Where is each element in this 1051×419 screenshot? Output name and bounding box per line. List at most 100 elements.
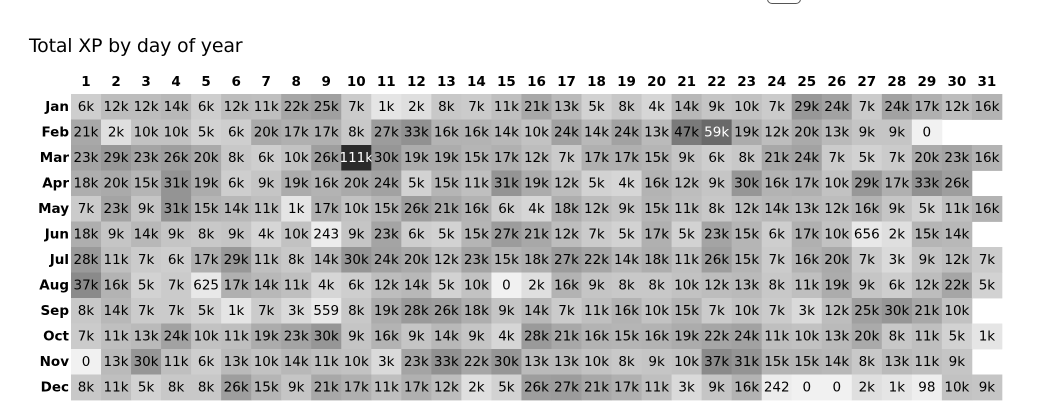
cell-value-jul-16: 18k — [524, 252, 549, 268]
cell-value-may-6: 14k — [224, 201, 249, 217]
cell-value-oct-24: 11k — [764, 328, 789, 344]
cell-value-apr-16: 19k — [524, 175, 549, 191]
cell-value-jul-11: 24k — [374, 252, 399, 268]
cell-value-feb-18: 14k — [584, 124, 609, 140]
cell-value-aug-13: 5k — [438, 277, 455, 293]
cell-value-mar-17: 7k — [558, 150, 575, 166]
cell-value-feb-7: 20k — [254, 124, 279, 140]
cell-value-oct-26: 13k — [824, 328, 849, 344]
cell-value-jun-29: 15k — [914, 226, 939, 242]
cell-value-jun-4: 9k — [168, 226, 185, 242]
cell-value-may-15: 6k — [498, 201, 515, 217]
cell-value-aug-12: 14k — [404, 277, 429, 293]
cell-value-mar-20: 15k — [644, 150, 669, 166]
cell-value-feb-5: 5k — [198, 124, 215, 140]
cell-value-dec-24: 242 — [764, 379, 790, 395]
cell-value-sep-19: 16k — [614, 303, 639, 319]
cell-value-may-9: 17k — [314, 201, 339, 217]
cell-value-apr-4: 31k — [164, 175, 189, 191]
cell-value-jun-2: 9k — [108, 226, 125, 242]
cell-value-nov-8: 14k — [284, 354, 309, 370]
cell-value-apr-13: 15k — [434, 175, 459, 191]
cell-value-jan-6: 12k — [224, 99, 249, 115]
cell-value-nov-1: 0 — [82, 354, 91, 370]
cell-value-nov-27: 8k — [859, 354, 876, 370]
cell-value-apr-6: 6k — [228, 175, 245, 191]
cell-value-jan-13: 8k — [438, 99, 455, 115]
cell-value-mar-13: 19k — [434, 150, 459, 166]
cell-value-aug-18: 9k — [588, 277, 605, 293]
cell-value-apr-10: 20k — [344, 175, 369, 191]
cell-value-jan-31: 16k — [974, 99, 999, 115]
cell-value-jun-18: 7k — [588, 226, 605, 242]
cell-value-dec-19: 17k — [614, 379, 639, 395]
cell-value-apr-23: 30k — [734, 175, 759, 191]
cell-value-jun-26: 10k — [824, 226, 849, 242]
cell-value-dec-1: 8k — [78, 379, 95, 395]
cell-value-feb-23: 19k — [734, 124, 759, 140]
cell-value-jun-8: 10k — [284, 226, 309, 242]
column-header-day-18: 18 — [587, 74, 606, 90]
cell-value-jan-14: 7k — [468, 99, 485, 115]
cell-value-apr-28: 17k — [884, 175, 909, 191]
cell-value-feb-2: 2k — [108, 124, 125, 140]
cell-value-jan-29: 17k — [914, 99, 939, 115]
cell-value-oct-6: 11k — [224, 328, 249, 344]
column-header-day-5: 5 — [201, 74, 210, 90]
cell-value-nov-28: 13k — [884, 354, 909, 370]
cell-value-jun-12: 6k — [408, 226, 425, 242]
cell-value-jan-18: 5k — [588, 99, 605, 115]
cell-value-sep-24: 7k — [768, 303, 785, 319]
cell-value-jul-9: 14k — [314, 252, 339, 268]
cell-value-apr-30: 26k — [944, 175, 969, 191]
cell-value-may-10: 10k — [344, 201, 369, 217]
cell-value-apr-18: 5k — [588, 175, 605, 191]
cell-value-nov-4: 11k — [164, 354, 189, 370]
column-header-day-31: 31 — [978, 74, 997, 90]
cell-value-feb-6: 6k — [228, 124, 245, 140]
cell-value-jun-24: 6k — [768, 226, 785, 242]
cell-value-jun-3: 14k — [134, 226, 159, 242]
cell-value-jun-15: 27k — [494, 226, 519, 242]
cell-value-nov-24: 15k — [764, 354, 789, 370]
cell-value-sep-12: 28k — [404, 303, 429, 319]
cell-value-dec-26: 0 — [832, 379, 841, 395]
cell-value-apr-1: 18k — [74, 175, 99, 191]
cell-value-feb-27: 9k — [859, 124, 876, 140]
cell-value-jul-22: 26k — [704, 252, 729, 268]
cell-value-feb-21: 47k — [674, 124, 699, 140]
cell-value-dec-5: 8k — [198, 379, 215, 395]
cell-value-may-3: 9k — [138, 201, 155, 217]
cell-value-nov-25: 15k — [794, 354, 819, 370]
cell-value-dec-6: 26k — [224, 379, 249, 395]
cell-value-aug-26: 19k — [824, 277, 849, 293]
cell-value-mar-9: 26k — [314, 150, 339, 166]
cell-value-dec-3: 5k — [138, 379, 155, 395]
column-header-day-1: 1 — [81, 74, 90, 90]
cell-value-sep-18: 11k — [584, 303, 609, 319]
cell-value-mar-5: 20k — [194, 150, 219, 166]
cell-value-jul-26: 20k — [824, 252, 849, 268]
column-header-day-26: 26 — [827, 74, 846, 90]
cell-value-mar-12: 19k — [404, 150, 429, 166]
cell-value-nov-9: 11k — [314, 354, 339, 370]
cell-value-jun-22: 23k — [704, 226, 729, 242]
cell-value-sep-13: 26k — [434, 303, 459, 319]
cell-value-aug-5: 625 — [193, 277, 219, 293]
cell-value-jul-7: 11k — [254, 252, 279, 268]
cell-value-feb-15: 14k — [494, 124, 519, 140]
cell-value-aug-2: 16k — [104, 277, 129, 293]
cell-value-may-1: 7k — [78, 201, 95, 217]
cell-value-jan-22: 9k — [708, 99, 725, 115]
cell-value-nov-30: 9k — [949, 354, 966, 370]
row-label-nov: Nov — [40, 354, 70, 370]
cell-value-mar-23: 8k — [738, 150, 755, 166]
cell-value-mar-26: 7k — [829, 150, 846, 166]
cell-value-jun-5: 8k — [198, 226, 215, 242]
cell-value-dec-31: 9k — [979, 379, 996, 395]
row-label-aug: Aug — [39, 277, 69, 293]
cell-value-sep-21: 15k — [674, 303, 699, 319]
cell-value-mar-4: 26k — [164, 150, 189, 166]
cell-value-mar-14: 15k — [464, 150, 489, 166]
cell-value-mar-3: 23k — [134, 150, 159, 166]
